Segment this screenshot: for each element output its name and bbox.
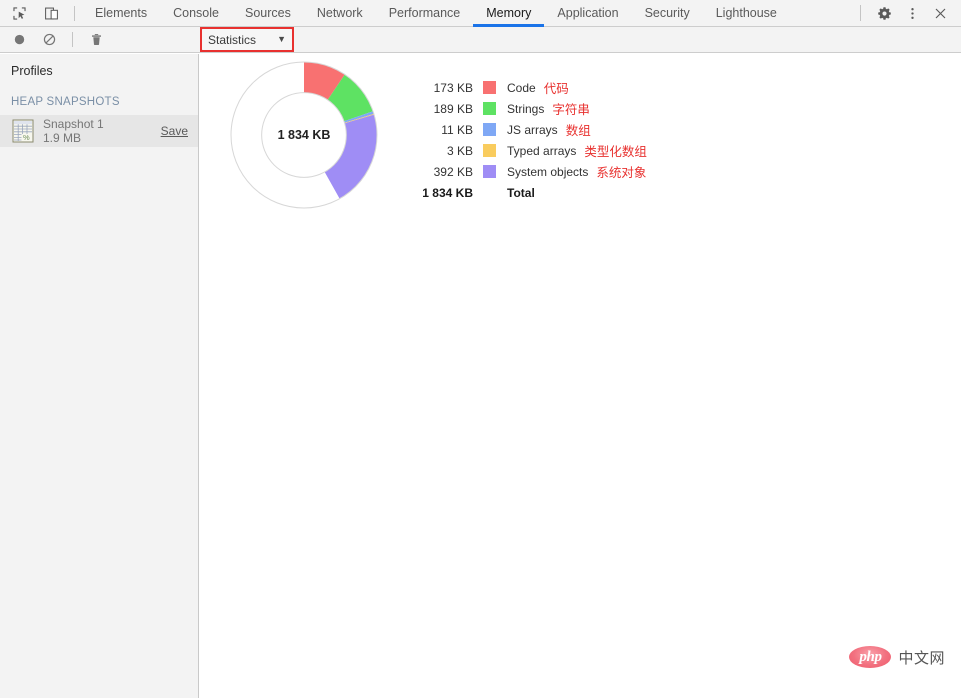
tab-label: Network [316,6,363,20]
legend-swatch-js-arrays [483,123,496,136]
sidebar-item-snapshot-1[interactable]: % Snapshot 1 1.9 MB Save [0,115,198,147]
sidebar-title: Profiles [11,64,53,78]
sidebar-section-heap-snapshots: HEAP SNAPSHOTS [11,96,120,108]
tab-memory[interactable]: Memory [473,0,545,27]
clear-icon[interactable] [36,27,62,52]
tab-label: Lighthouse [715,6,777,20]
tab-security[interactable]: Security [632,0,703,26]
inspect-element-icon[interactable] [6,1,32,26]
legend-label: System objects [507,164,589,179]
tabbar-right-icons [860,0,961,26]
svg-text:%: % [23,133,30,142]
legend-total-label: Total [507,185,535,200]
memory-toolbar-icons [0,27,109,52]
tab-label: Elements [95,6,148,20]
more-vertical-icon[interactable] [899,1,925,26]
trash-icon[interactable] [83,27,109,52]
devtools-window: Elements Console Sources Network Perform… [0,0,961,698]
php-logo-text: php [859,648,882,665]
legend-swatch-system-objects [483,165,496,178]
legend-label: Code [507,80,536,95]
legend-value: 173 KB [433,80,473,95]
snapshot-name: Snapshot 1 [43,116,104,131]
device-toolbar-icon[interactable] [38,1,64,26]
devtools-tabbar: Elements Console Sources Network Perform… [0,0,961,27]
legend-row-strings[interactable]: 189 KB Strings 字符串 [410,98,647,119]
legend-label: Strings [507,101,545,116]
chevron-down-icon: ▼ [277,34,286,44]
tab-label: Memory [486,6,532,20]
devtools-tab-list: Elements Console Sources Network Perform… [82,0,790,27]
legend-value: 392 KB [433,164,473,179]
tab-label: Performance [388,6,461,20]
statistics-panel: 1 834 KB 173 KB Code 代码 189 KB Strings 字… [200,54,961,698]
legend-value: 11 KB [441,122,473,137]
tab-label: Sources [244,6,291,20]
legend-total-value: 1 834 KB [422,185,473,200]
legend-label: Typed arrays [507,143,577,158]
tab-performance[interactable]: Performance [376,0,474,26]
legend-annotation: 系统对象 [596,166,647,180]
legend-value: 189 KB [433,101,473,116]
legend-value: 3 KB [446,143,473,158]
record-icon[interactable] [6,27,32,52]
donut-inner-outline [261,92,347,178]
tab-elements[interactable]: Elements [82,0,160,26]
tabbar-right-separator [860,5,861,21]
memory-donut-chart: 1 834 KB [229,60,379,210]
tab-application[interactable]: Application [544,0,631,26]
legend-row-total: 1 834 KB Total [410,182,647,203]
legend-row-js-arrays[interactable]: 11 KB JS arrays 数组 [410,119,647,140]
tabbar-separator [74,5,75,21]
gear-icon[interactable] [871,1,897,26]
legend-annotation: 数组 [565,124,591,138]
snapshot-size: 1.9 MB [43,131,82,145]
snapshot-text: Snapshot 1 1.9 MB [43,117,104,145]
legend-annotation: 代码 [543,82,569,96]
tab-label: Application [557,6,619,20]
tab-sources[interactable]: Sources [232,0,304,26]
donut-svg [230,61,378,209]
tab-console[interactable]: Console [160,0,232,26]
tab-lighthouse[interactable]: Lighthouse [703,0,790,26]
snapshot-grid-icon: % [12,119,34,143]
view-select[interactable]: Statistics ▼ [201,28,293,51]
tab-label: Console [173,6,219,20]
legend-row-system-objects[interactable]: 392 KB System objects 系统对象 [410,161,647,182]
tab-label: Security [644,6,690,20]
memory-toolbar [0,27,961,53]
view-select-value: Statistics [208,32,257,47]
close-icon[interactable] [927,1,953,26]
donut-slice-system-objects[interactable] [324,114,377,199]
watermark: php 中文网 [849,646,945,668]
php-logo-icon: php [849,646,892,668]
legend-annotation: 类型化数组 [584,145,647,159]
view-select-wrapper: Statistics ▼ [200,27,294,52]
tab-network[interactable]: Network [304,0,376,26]
tabbar-left-icons [0,0,82,26]
legend-annotation: 字符串 [552,103,590,117]
statistics-legend: 173 KB Code 代码 189 KB Strings 字符串 11 KB … [410,77,647,203]
legend-swatch-typed-arrays [483,144,496,157]
legend-row-code[interactable]: 173 KB Code 代码 [410,77,647,98]
save-link[interactable]: Save [161,124,188,138]
legend-swatch-code [483,81,496,94]
legend-row-typed-arrays[interactable]: 3 KB Typed arrays 类型化数组 [410,140,647,161]
watermark-text: 中文网 [898,649,945,667]
memory-toolbar-separator [72,32,73,47]
legend-swatch-strings [483,102,496,115]
legend-label: JS arrays [507,122,558,137]
profiles-sidebar: Profiles HEAP SNAPSHOTS % Snapshot 1 1.9… [0,54,199,698]
